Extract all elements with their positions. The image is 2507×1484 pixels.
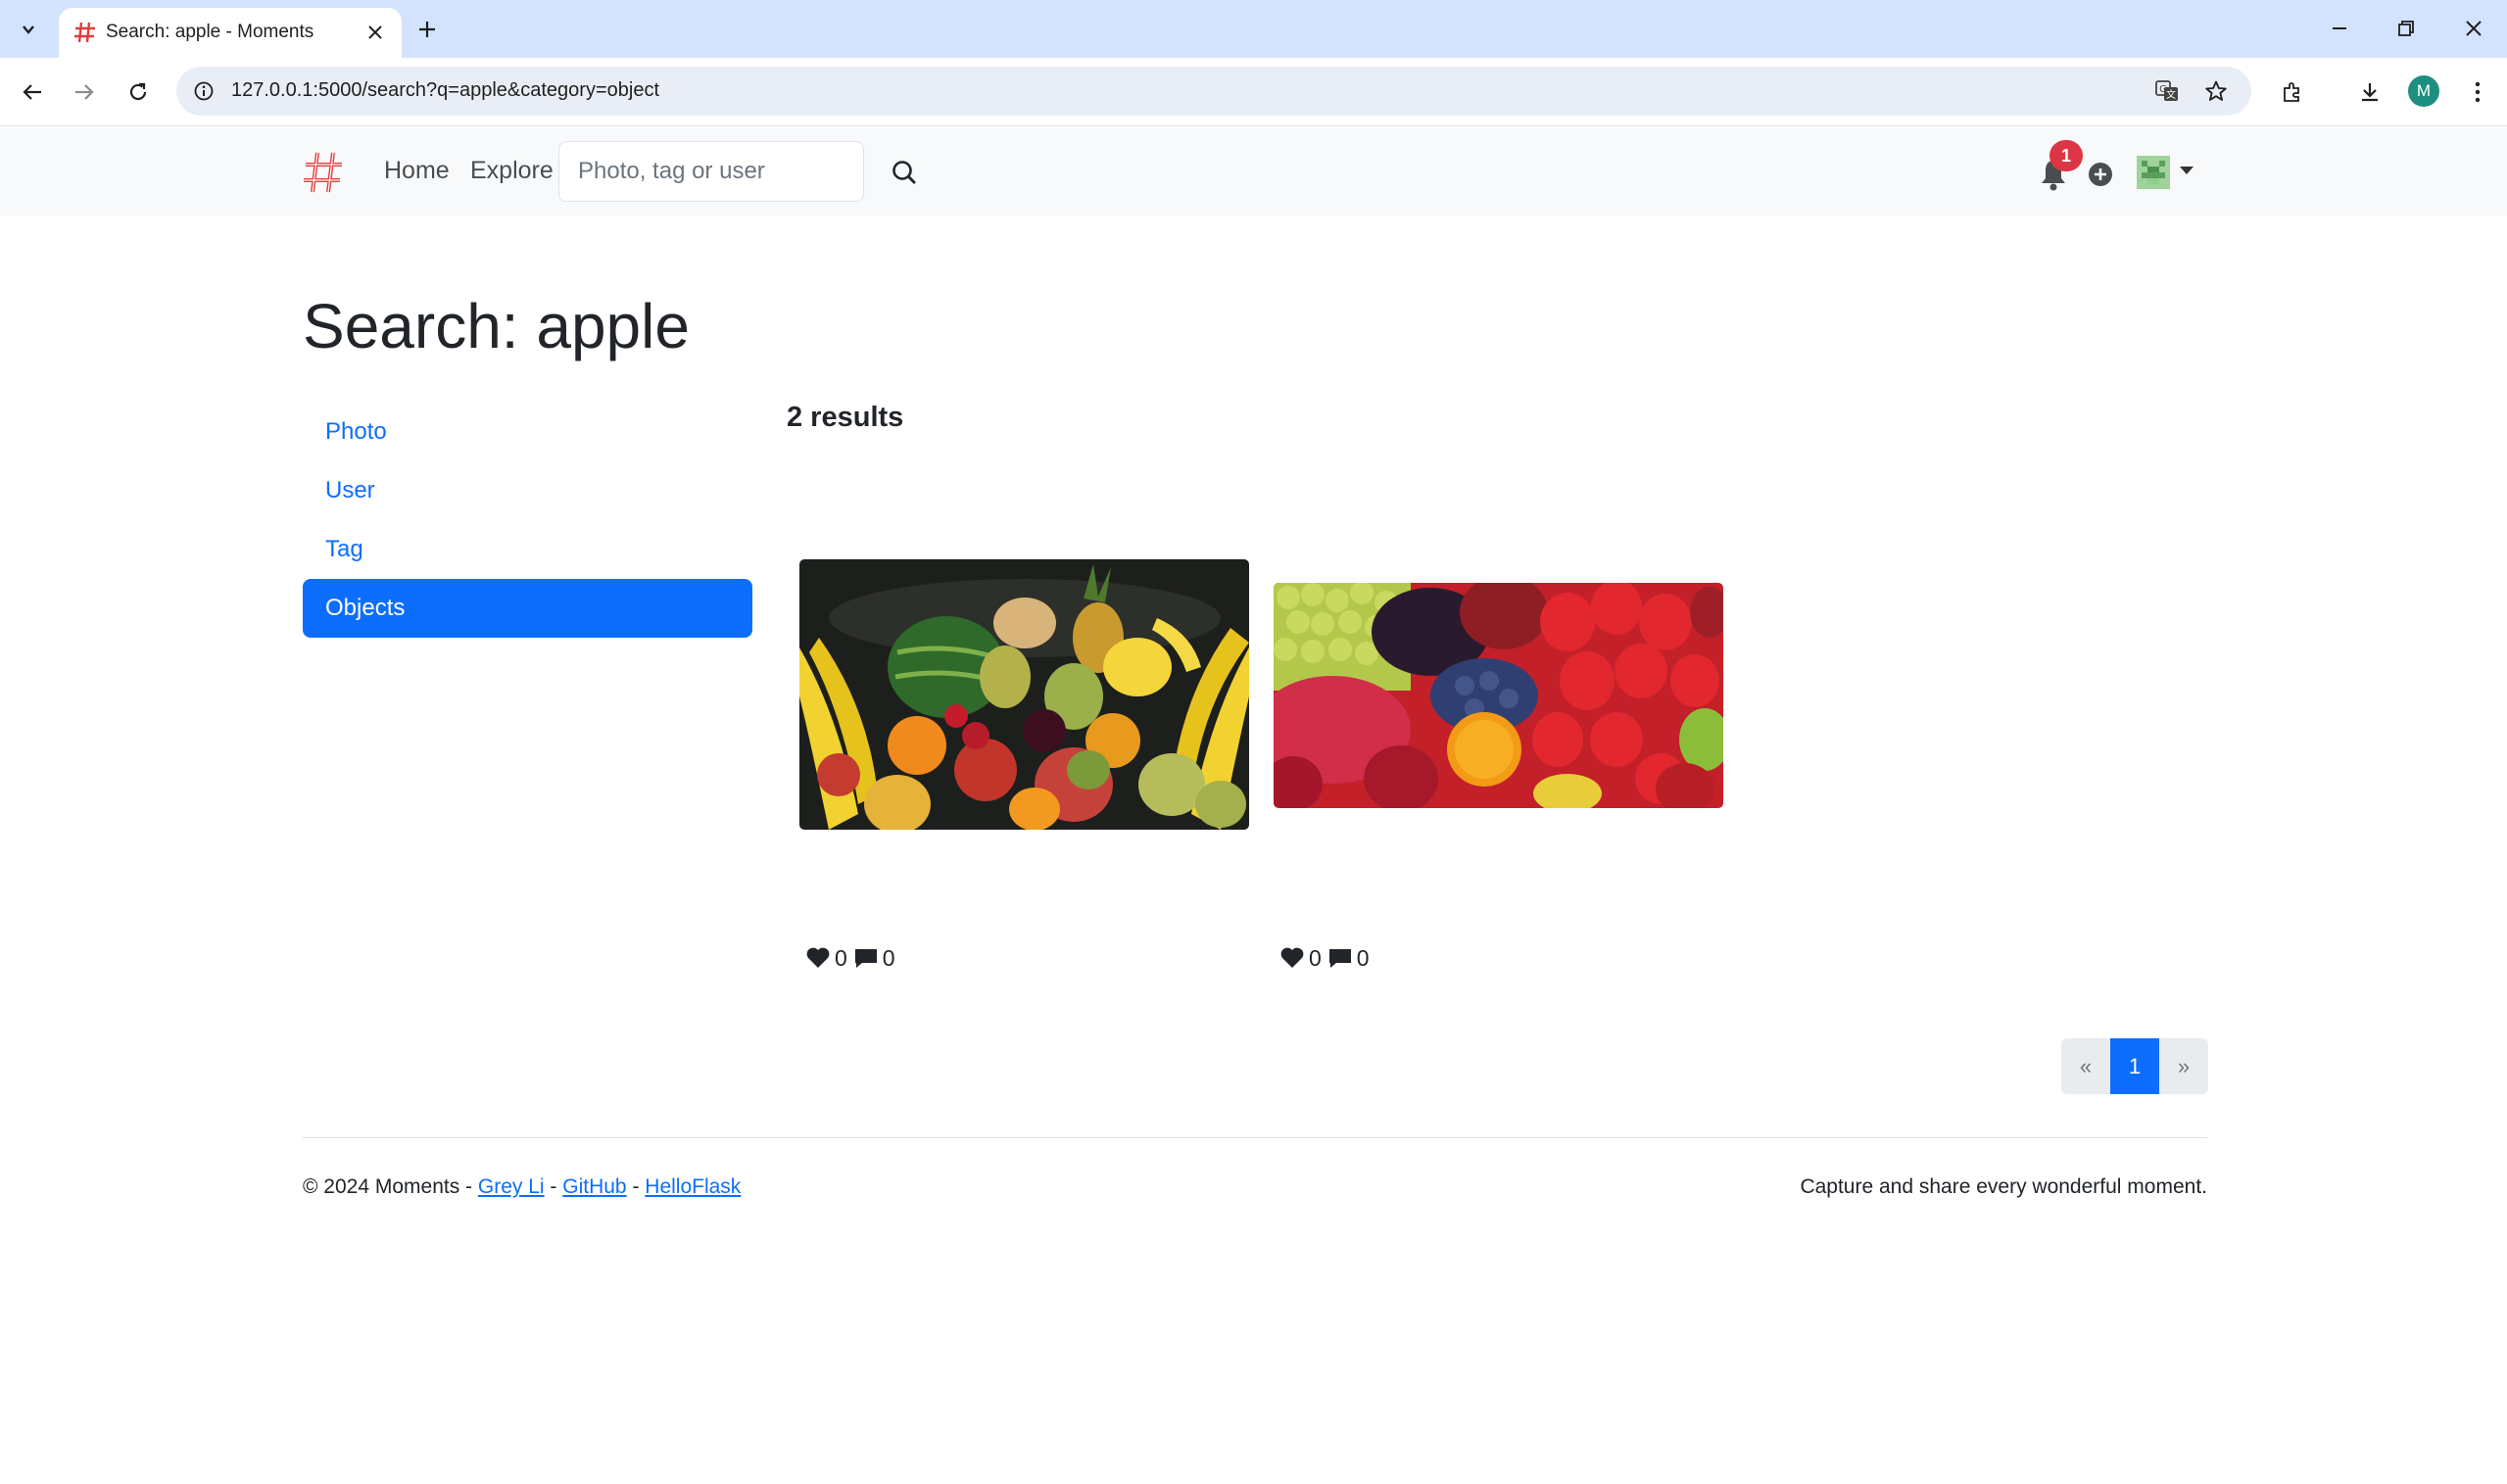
heart-icon[interactable] [805, 946, 831, 970]
translate-icon[interactable]: 文G [2151, 75, 2183, 107]
comment-count: 0 [882, 944, 895, 971]
browser-toolbar: 127.0.0.1:5000/search?q=apple&category=o… [0, 58, 2507, 126]
moments-favicon-icon [74, 22, 95, 43]
notification-badge: 1 [2049, 140, 2083, 171]
user-menu-caret-icon[interactable] [2180, 167, 2194, 174]
svg-text:G: G [2159, 84, 2167, 95]
browser-tab-active[interactable]: Search: apple - Moments [59, 8, 402, 58]
comment-icon[interactable] [853, 946, 879, 970]
footer-separator: - [626, 1175, 646, 1198]
page-title: Search: apple [303, 291, 690, 361]
search-input[interactable] [558, 141, 864, 202]
photo-card: 0 0 [1274, 549, 1723, 980]
footer-copyright: © 2024 Moments - [303, 1175, 478, 1198]
pagination: « 1 » [2061, 1038, 2208, 1094]
tab-search-icon[interactable] [10, 12, 47, 47]
download-icon[interactable] [2349, 72, 2390, 113]
photo-thumbnail[interactable] [1274, 583, 1723, 808]
reload-icon[interactable] [118, 72, 159, 113]
search-icon[interactable] [887, 155, 922, 190]
sidebar-item-photo[interactable]: Photo [303, 403, 752, 461]
site-navbar: Home Explore 1 [0, 127, 2507, 215]
forward-arrow-icon[interactable] [64, 72, 105, 113]
sidebar-item-objects[interactable]: Objects [303, 579, 752, 638]
browser-menu-icon[interactable] [2457, 72, 2498, 113]
nav-home-link[interactable]: Home [384, 157, 450, 185]
window-close-icon[interactable] [2452, 8, 2495, 49]
extensions-puzzle-icon[interactable] [2272, 72, 2313, 113]
address-bar[interactable]: 127.0.0.1:5000/search?q=apple&category=o… [176, 67, 2251, 116]
search-category-sidebar: Photo User Tag Objects [303, 403, 752, 638]
upload-plus-icon[interactable] [2088, 162, 2113, 187]
photo-stats: 0 0 [805, 943, 901, 973]
address-url: 127.0.0.1:5000/search?q=apple&category=o… [231, 79, 660, 101]
site-info-icon[interactable] [188, 75, 219, 107]
sidebar-item-user[interactable]: User [303, 461, 752, 520]
footer-tagline: Capture and share every wonderful moment… [1800, 1175, 2207, 1198]
window-minimize-icon[interactable] [2318, 8, 2361, 49]
pagination-page-1[interactable]: 1 [2110, 1038, 2159, 1094]
pagination-next[interactable]: » [2159, 1038, 2208, 1094]
back-arrow-icon[interactable] [12, 72, 53, 113]
footer-link-helloflask[interactable]: HelloFlask [645, 1175, 741, 1198]
like-count: 0 [1309, 944, 1322, 971]
bookmark-star-icon[interactable] [2200, 75, 2232, 107]
svg-text:文: 文 [2166, 88, 2176, 101]
new-tab-plus-icon[interactable] [410, 12, 445, 47]
comment-count: 0 [1356, 944, 1370, 971]
nav-explore-link[interactable]: Explore [470, 157, 554, 185]
footer-divider [303, 1137, 2207, 1138]
like-count: 0 [835, 944, 847, 971]
user-avatar[interactable] [2137, 156, 2170, 189]
heart-icon[interactable] [1279, 946, 1305, 970]
photo-thumbnail[interactable] [799, 559, 1249, 830]
photo-card: 0 0 [799, 549, 1249, 980]
photo-stats: 0 0 [1279, 943, 1375, 973]
footer-separator: - [544, 1175, 563, 1198]
footer-credits: © 2024 Moments - Grey Li - GitHub - Hell… [303, 1175, 741, 1199]
footer-link-github[interactable]: GitHub [562, 1175, 626, 1198]
comment-icon[interactable] [1327, 946, 1353, 970]
pagination-prev[interactable]: « [2061, 1038, 2110, 1094]
results-count: 2 results [787, 402, 904, 433]
footer-link-author[interactable]: Grey Li [478, 1175, 545, 1198]
profile-avatar[interactable]: M [2408, 75, 2439, 107]
browser-tabstrip: Search: apple - Moments [0, 0, 2507, 58]
tab-title: Search: apple - Moments [106, 22, 314, 42]
moments-logo-icon[interactable] [301, 149, 346, 196]
sidebar-item-tag[interactable]: Tag [303, 520, 752, 579]
window-restore-icon[interactable] [2385, 8, 2428, 49]
tab-close-icon[interactable] [361, 18, 390, 47]
